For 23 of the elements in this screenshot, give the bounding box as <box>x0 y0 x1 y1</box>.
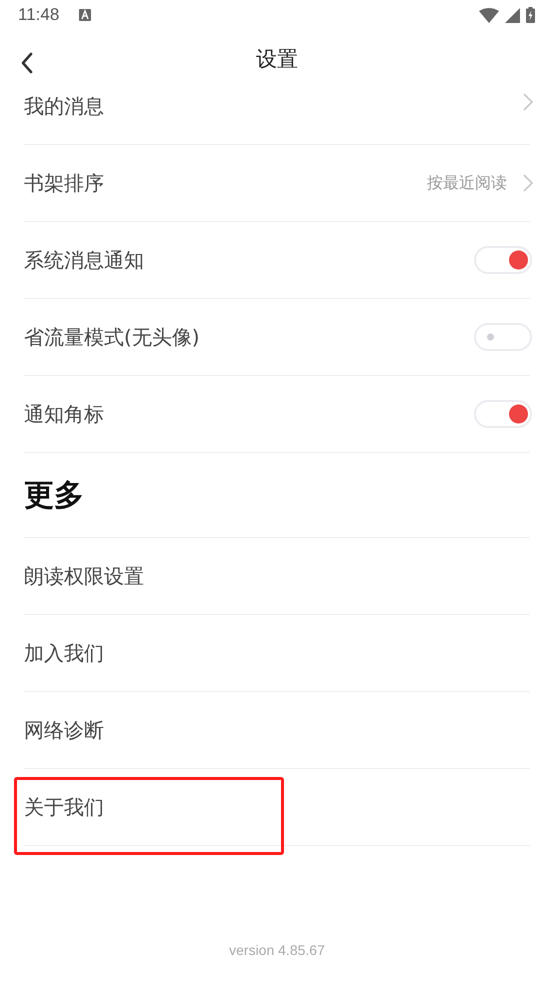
setting-label[interactable]: 通知角标 <box>24 400 104 428</box>
setting-label[interactable]: 系统消息通知 <box>24 246 144 274</box>
setting-label[interactable]: 书架排序 <box>24 170 104 196</box>
wifi-icon <box>479 8 499 22</box>
setting-label[interactable]: 我的消息 <box>24 93 104 120</box>
toggle-switch[interactable] <box>474 400 532 428</box>
setting-label[interactable]: 朗读权限设置 <box>24 562 144 590</box>
setting-label[interactable]: 省流量模式(无头像) <box>24 324 200 350</box>
toggle-switch[interactable] <box>474 246 532 274</box>
version-text: version 4.85.67 <box>229 942 325 960</box>
chevron-right-icon <box>523 174 533 192</box>
page-title: 设置 <box>256 46 298 73</box>
battery-icon <box>526 7 535 23</box>
setting-label[interactable]: 加入我们 <box>24 640 104 666</box>
signal-icon <box>505 8 520 22</box>
setting-label[interactable]: 网络诊断 <box>24 716 104 744</box>
chevron-right-icon <box>523 93 533 111</box>
toggle-switch[interactable] <box>474 323 532 351</box>
keyboard-notification-icon <box>79 9 92 21</box>
section-heading: 更多 <box>24 476 84 514</box>
status-time: 11:48 <box>18 5 60 25</box>
setting-label[interactable]: 关于我们 <box>24 794 104 820</box>
setting-value: 按最近阅读 <box>427 172 507 194</box>
